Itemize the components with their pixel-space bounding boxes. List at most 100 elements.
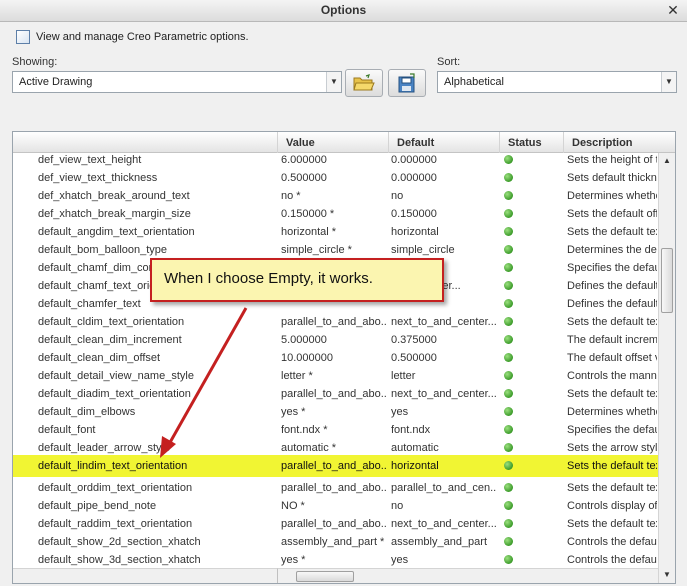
table-row[interactable]: def_xhatch_break_around_text no * no Determ… xyxy=(13,187,658,205)
value-cell: automatic * xyxy=(281,442,337,454)
option-name-cell: default_bom_balloon_type xyxy=(38,244,168,256)
option-name-cell: default_show_2d_section_xhatch xyxy=(38,536,201,548)
scroll-up-icon[interactable]: ▲ xyxy=(659,153,675,169)
table-row-selected[interactable]: default_lindim_text_orientation parallel_… xyxy=(13,455,658,477)
table-row[interactable]: def_xhatch_break_margin_size 0.150000 * 0.… xyxy=(13,205,658,223)
description-cell: Sets the default off xyxy=(567,208,657,220)
status-ok-icon xyxy=(504,407,513,416)
horizontal-scrollbar-left[interactable] xyxy=(13,568,277,583)
value-cell: 0.500000 xyxy=(281,172,327,184)
value-cell: parallel_to_and_abo... xyxy=(281,388,386,400)
column-header-status[interactable]: Status xyxy=(499,132,563,153)
save-button[interactable] xyxy=(388,69,426,97)
status-ok-icon xyxy=(504,371,513,380)
description-cell: Determines whethe xyxy=(567,190,657,202)
status-ok-icon xyxy=(504,461,513,470)
description-cell: Determines whethe xyxy=(567,406,657,418)
chevron-down-icon[interactable]: ▼ xyxy=(661,72,676,92)
sort-value: Alphabetical xyxy=(444,76,504,88)
table-row[interactable]: default_show_3d_section_xhatch yes * yes Co… xyxy=(13,551,658,569)
option-name-cell: default_diadim_text_orientation xyxy=(38,388,191,400)
options-table: Value Default Status Description def_vie… xyxy=(12,131,676,584)
status-ok-icon xyxy=(504,537,513,546)
default-cell: next_to_and_center... xyxy=(391,316,496,328)
table-row[interactable]: default_detail_view_name_style letter * le… xyxy=(13,367,658,385)
table-row[interactable]: default_show_2d_section_xhatch assembly_a… xyxy=(13,533,658,551)
table-row[interactable]: default_bom_balloon_type simple_circle * s… xyxy=(13,241,658,259)
table-row[interactable]: default_orddim_text_orientation parallel_… xyxy=(13,479,658,497)
value-cell: parallel_to_and_abo... xyxy=(281,482,386,494)
description-row: View and manage Creo Parametric options. xyxy=(16,29,249,45)
default-cell: parallel_to_and_cen... xyxy=(391,482,496,494)
option-name-cell: default_dim_elbows xyxy=(38,406,136,418)
column-header-description[interactable]: Description xyxy=(563,132,675,153)
horizontal-scroll-thumb[interactable] xyxy=(296,571,354,582)
options-info-icon xyxy=(16,30,30,44)
table-row[interactable]: default_font font.ndx * font.ndx Specifies … xyxy=(13,421,658,439)
option-name-cell: default_raddim_text_orientation xyxy=(38,518,193,530)
table-row[interactable]: default_diadim_text_orientation parallel_… xyxy=(13,385,658,403)
title-bar: Options ✕ xyxy=(0,0,687,22)
horizontal-scrollbar-right[interactable] xyxy=(277,568,658,583)
description-text: View and manage Creo Parametric options. xyxy=(36,31,249,43)
status-ok-icon xyxy=(504,317,513,326)
default-cell: simple_circle xyxy=(391,244,455,256)
status-ok-icon xyxy=(504,155,513,164)
table-row[interactable]: def_view_text_height 6.000000 0.000000 Sets… xyxy=(13,151,658,169)
status-ok-icon xyxy=(504,209,513,218)
value-cell: simple_circle * xyxy=(281,244,352,256)
table-row[interactable]: default_clean_dim_increment 5.000000 0.375… xyxy=(13,331,658,349)
sort-dropdown[interactable]: Alphabetical ▼ xyxy=(437,71,677,93)
default-cell: 0.150000 xyxy=(391,208,437,220)
chevron-down-icon[interactable]: ▼ xyxy=(326,72,341,92)
option-name-cell: default_clean_dim_increment xyxy=(38,334,182,346)
default-cell: next_to_and_center... xyxy=(391,518,496,530)
table-row[interactable]: default_clean_dim_offset 10.000000 0.50000… xyxy=(13,349,658,367)
value-cell: assembly_and_part * xyxy=(281,536,385,548)
default-cell: automatic xyxy=(391,442,439,454)
value-cell: font.ndx * xyxy=(281,424,328,436)
vertical-scroll-thumb[interactable] xyxy=(661,248,673,313)
vertical-scrollbar[interactable]: ▲ ▼ xyxy=(658,153,675,583)
table-row[interactable]: default_angdim_text_orientation horizonta… xyxy=(13,223,658,241)
column-header-default[interactable]: Default xyxy=(388,132,499,153)
value-cell: letter * xyxy=(281,370,313,382)
table-header: Value Default Status Description xyxy=(13,132,675,153)
description-cell: Sets the default tex xyxy=(567,482,657,494)
default-cell: horizontal xyxy=(391,460,439,472)
table-row[interactable]: default_pipe_bend_note NO * no Controls dis… xyxy=(13,497,658,515)
default-cell: 0.500000 xyxy=(391,352,437,364)
status-ok-icon xyxy=(504,191,513,200)
table-row[interactable]: default_cldim_text_orientation parallel_t… xyxy=(13,313,658,331)
column-header-value[interactable]: Value xyxy=(277,132,388,153)
value-cell: parallel_to_and_abo... xyxy=(281,460,386,472)
description-cell: Specifies the defau xyxy=(567,262,657,274)
description-cell: Sets the default tex xyxy=(567,518,657,530)
folder-open-icon xyxy=(353,74,375,91)
open-file-button[interactable] xyxy=(345,69,383,97)
description-cell: Sets the default tex xyxy=(567,226,657,238)
status-ok-icon xyxy=(504,263,513,272)
scroll-down-icon[interactable]: ▼ xyxy=(659,567,675,583)
table-row[interactable]: def_view_text_thickness 0.500000 0.000000 S… xyxy=(13,169,658,187)
sort-label: Sort: xyxy=(437,56,461,68)
value-cell: yes * xyxy=(281,406,306,418)
showing-dropdown[interactable]: Active Drawing ▼ xyxy=(12,71,342,93)
status-ok-icon xyxy=(504,245,513,254)
default-cell: yes xyxy=(391,406,409,418)
description-cell: Specifies the defau xyxy=(567,424,657,436)
default-cell: font.ndx xyxy=(391,424,431,436)
table-row[interactable]: default_raddim_text_orientation parallel_… xyxy=(13,515,658,533)
close-icon[interactable]: ✕ xyxy=(665,2,681,18)
option-name-cell: default_leader_arrow_style xyxy=(38,442,171,454)
table-row[interactable]: default_dim_elbows yes * yes Determines whe… xyxy=(13,403,658,421)
default-cell: horizontal xyxy=(391,226,439,238)
description-cell: The default increme xyxy=(567,334,657,346)
option-name-cell: def_view_text_thickness xyxy=(38,172,158,184)
option-name-cell: def_xhatch_break_around_text xyxy=(38,190,190,202)
default-cell: assembly_and_part xyxy=(391,536,488,548)
description-cell: Sets the default tex xyxy=(567,388,657,400)
value-cell: parallel_to_and_abo... xyxy=(281,316,386,328)
description-cell: Sets the default tex xyxy=(567,460,657,472)
value-cell: parallel_to_and_abo... xyxy=(281,518,386,530)
